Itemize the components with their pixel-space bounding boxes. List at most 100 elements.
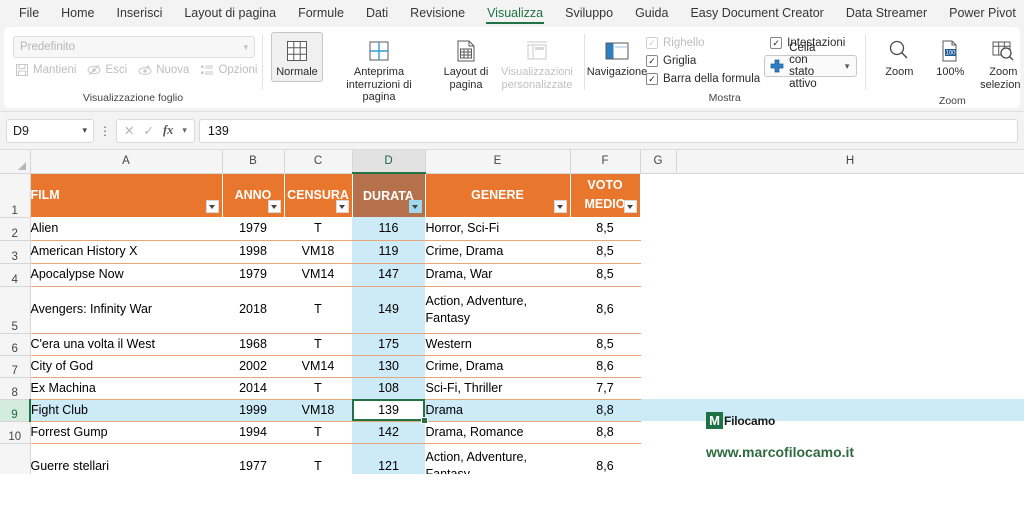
active-cell-button[interactable]: Cella con stato attivo ▾ [764,42,858,90]
filter-arrow-icon[interactable] [335,200,349,213]
cell-b2[interactable]: 1979 [222,217,284,241]
confirm-icon[interactable]: ✓ [143,123,153,138]
formula-bar-more-icon[interactable]: ⋮ [98,124,112,138]
cell-d9[interactable]: 139 [352,399,427,423]
tab-dati[interactable]: Dati [355,0,399,27]
cell-d5[interactable]: 149 [352,286,425,334]
checkbox-righello[interactable]: ✓ Righello [646,37,760,49]
cell-e8[interactable]: Sci-Fi, Thriller [425,377,570,400]
cell-h3[interactable] [676,240,1024,263]
checkbox-griglia[interactable]: ✓ Griglia [646,55,760,67]
cell-e2[interactable]: Horror, Sci-Fi [425,217,570,241]
tab-home[interactable]: Home [50,0,105,27]
fx-icon[interactable]: fx [163,123,173,138]
page-break-preview-button[interactable]: Anteprima interruzioni di pagina [325,32,433,107]
filter-arrow-icon[interactable] [267,200,281,213]
cell-c5[interactable]: T [284,286,352,334]
cell-h1[interactable] [676,173,1024,217]
cell-f5[interactable]: 8,6 [570,286,640,334]
tab-formule[interactable]: Formule [287,0,355,27]
cell-a3[interactable]: American History X [30,240,222,264]
cell-d7[interactable]: 130 [352,355,425,378]
row-header-3[interactable]: 3 [0,240,31,264]
cell-g3[interactable] [640,240,676,263]
column-header-d[interactable]: D [352,150,426,174]
cell-b6[interactable]: 1968 [222,333,284,356]
cell-g9[interactable] [640,399,676,421]
tab-inserisci[interactable]: Inserisci [106,0,174,27]
cell-a8[interactable]: Ex Machina [30,377,222,400]
cell-g11[interactable] [640,443,676,474]
cell-g1[interactable] [640,173,676,217]
cell-a11[interactable]: Guerre stellari [30,443,222,474]
cell-f2[interactable]: 8,5 [570,217,640,241]
column-header-a[interactable]: A [30,150,223,174]
cell-b10[interactable]: 1994 [222,421,284,444]
tab-revisione[interactable]: Revisione [399,0,476,27]
cell-d6[interactable]: 175 [352,333,425,356]
cell-b9[interactable]: 1999 [222,399,284,422]
table-header-anno[interactable]: ANNO [222,173,285,217]
tab-data-streamer[interactable]: Data Streamer [835,0,938,27]
cell-h5[interactable] [676,286,1024,333]
new-view-button[interactable]: Nuova [138,63,189,77]
cell-g7[interactable] [640,355,676,377]
cell-a6[interactable]: C'era una volta il West [30,333,222,356]
row-header-11[interactable]: 11 [0,443,31,474]
cell-b3[interactable]: 1998 [222,240,284,264]
cell-h4[interactable] [676,263,1024,286]
cell-a9[interactable]: Fight Club [30,399,222,422]
cell-e9[interactable]: Drama [425,399,570,422]
row-header-7[interactable]: 7 [0,355,31,378]
filter-arrow-icon[interactable] [623,200,637,213]
filter-arrow-icon[interactable] [553,200,567,213]
cell-d10[interactable]: 142 [352,421,425,444]
table-header-voto-medio[interactable]: VOTO MEDIO [570,173,641,217]
filter-arrow-icon[interactable] [205,200,219,213]
cell-b8[interactable]: 2014 [222,377,284,400]
zoom-button[interactable]: Zoom [874,32,924,82]
cell-a10[interactable]: Forrest Gump [30,421,222,444]
cell-c2[interactable]: T [284,217,352,241]
cell-g5[interactable] [640,286,676,333]
cell-e6[interactable]: Western [425,333,570,356]
cell-h7[interactable] [676,355,1024,377]
custom-views-button[interactable]: Visualizzazioni personalizzate [499,32,575,94]
cell-c8[interactable]: T [284,377,352,400]
cell-g4[interactable] [640,263,676,286]
column-header-f[interactable]: F [570,150,641,174]
row-header-4[interactable]: 4 [0,263,31,287]
column-header-e[interactable]: E [425,150,571,174]
name-box[interactable]: D9 ▾ [6,118,94,143]
row-header-6[interactable]: 6 [0,333,31,356]
tab-layout-di-pagina[interactable]: Layout di pagina [173,0,287,27]
formula-input[interactable]: 139 [198,118,1018,143]
cell-a4[interactable]: Apocalypse Now [30,263,222,287]
view-options-button[interactable]: Opzioni [200,63,257,77]
cell-c4[interactable]: VM14 [284,263,352,287]
cell-a7[interactable]: City of God [30,355,222,378]
sheet-view-combo[interactable]: Predefinito ▾ [13,36,255,58]
row-header-10[interactable]: 10 [0,421,31,444]
row-header-1[interactable]: 1 [0,173,31,218]
cell-f7[interactable]: 8,6 [570,355,640,378]
cell-f4[interactable]: 8,5 [570,263,640,287]
chevron-down-icon[interactable]: ▾ [182,125,187,136]
cell-f6[interactable]: 8,5 [570,333,640,356]
cell-c7[interactable]: VM14 [284,355,352,378]
row-header-2[interactable]: 2 [0,217,31,241]
cell-f10[interactable]: 8,8 [570,421,640,444]
tab-sviluppo[interactable]: Sviluppo [554,0,624,27]
cell-c9[interactable]: VM18 [284,399,352,422]
cell-a2[interactable]: Alien [30,217,222,241]
row-header-5[interactable]: 5 [0,286,31,334]
navigation-button[interactable]: Navigazione [587,32,647,82]
cell-g2[interactable] [640,217,676,240]
cell-e10[interactable]: Drama, Romance [425,421,570,444]
normal-view-button[interactable]: Normale [271,32,323,82]
tab-file[interactable]: File [8,0,50,27]
tab-guida[interactable]: Guida [624,0,679,27]
cell-f3[interactable]: 8,5 [570,240,640,264]
cell-h8[interactable] [676,377,1024,399]
table-header-film[interactable]: FILM [30,173,223,217]
